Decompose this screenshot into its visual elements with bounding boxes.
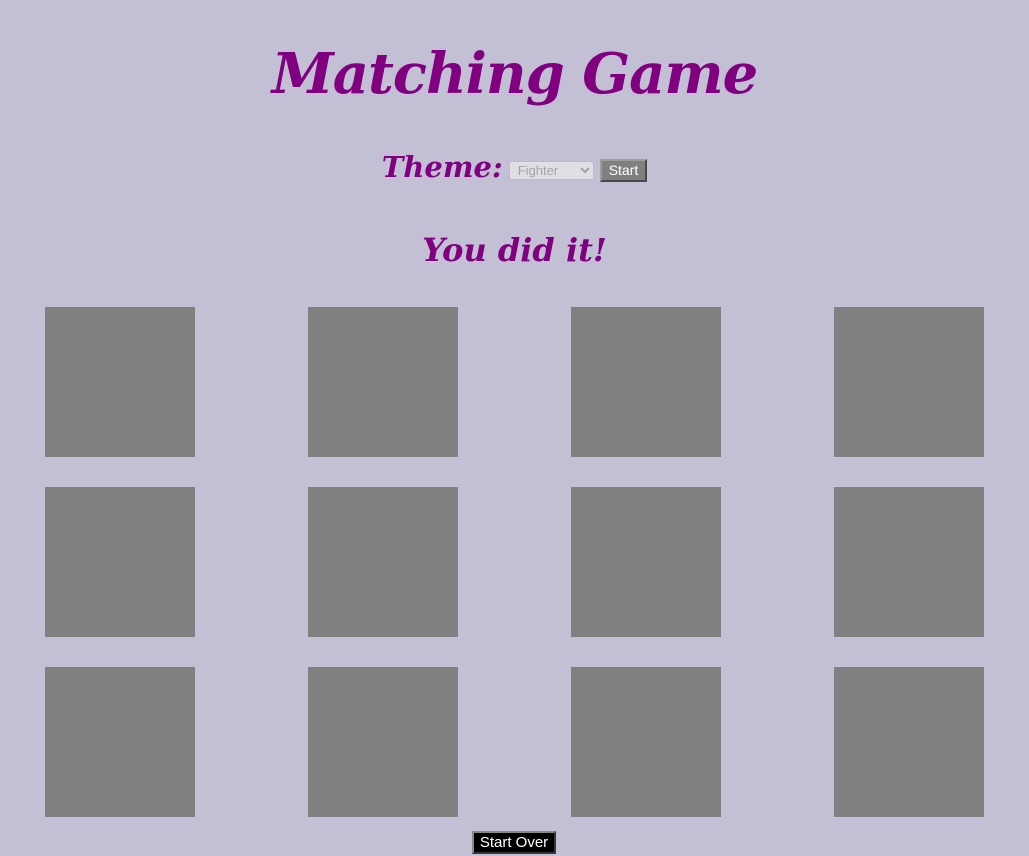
card[interactable]: [45, 307, 195, 457]
card[interactable]: [45, 667, 195, 817]
card[interactable]: [45, 487, 195, 637]
theme-controls: Theme: Fighter Start: [0, 150, 1029, 190]
card[interactable]: [308, 487, 458, 637]
start-over-button[interactable]: Start Over: [472, 831, 556, 854]
card[interactable]: [308, 307, 458, 457]
theme-select[interactable]: Fighter: [508, 160, 594, 180]
card[interactable]: [571, 487, 721, 637]
theme-label: Theme:: [381, 150, 503, 184]
game-title: Matching Game: [271, 41, 759, 107]
card[interactable]: [834, 667, 984, 817]
card[interactable]: [571, 307, 721, 457]
start-button[interactable]: Start: [599, 158, 648, 182]
card[interactable]: [308, 667, 458, 817]
status-message: You did it!: [422, 231, 607, 269]
card[interactable]: [571, 667, 721, 817]
card[interactable]: [834, 487, 984, 637]
card-grid: [45, 307, 984, 817]
card[interactable]: [834, 307, 984, 457]
